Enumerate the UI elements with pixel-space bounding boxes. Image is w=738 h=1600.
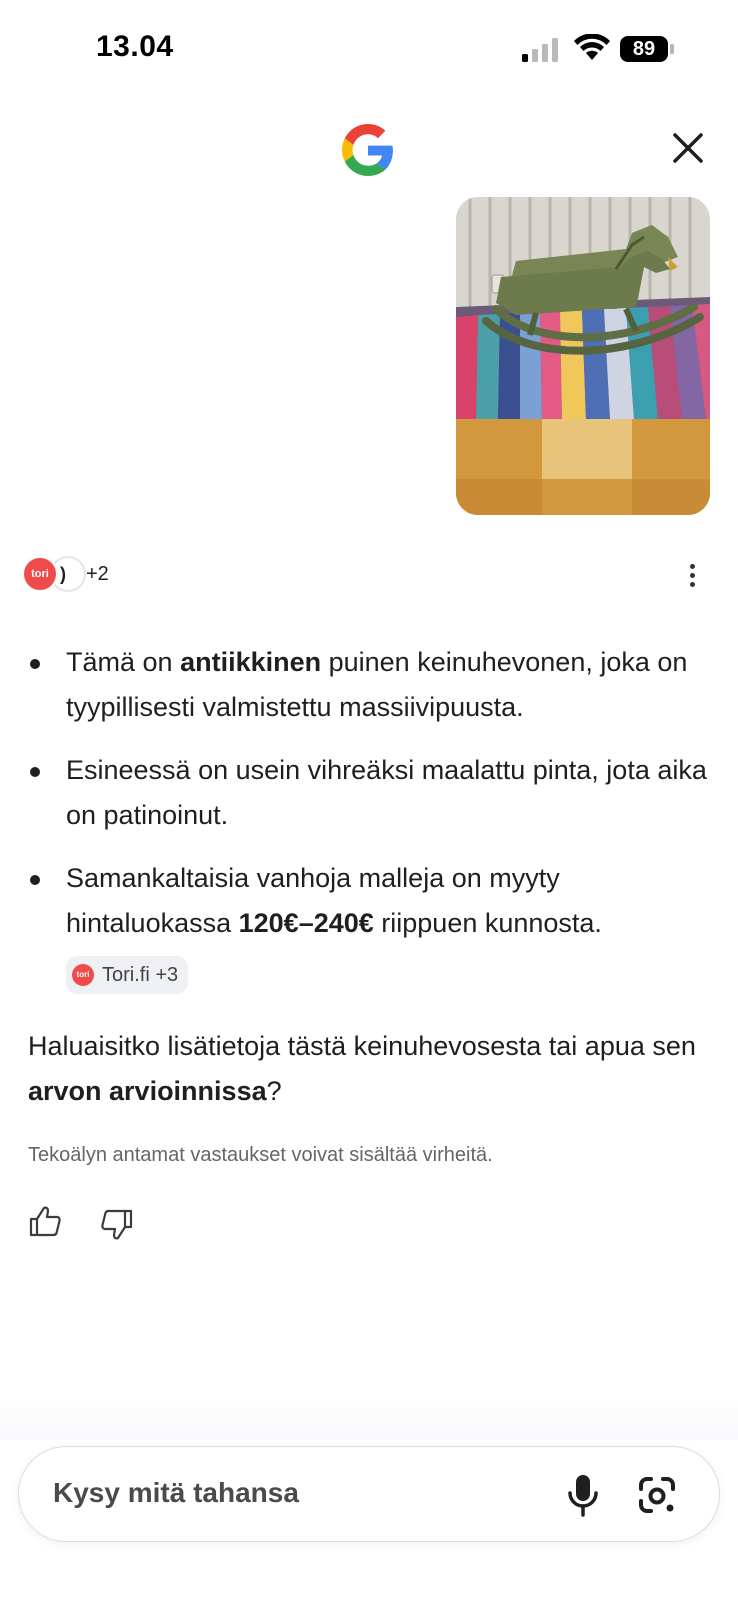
battery-cap <box>670 44 674 54</box>
bullet-bold-text: 120€–240€ <box>238 908 374 938</box>
search-input[interactable]: Kysy mitä tahansa <box>18 1446 720 1542</box>
thumbs-down-icon[interactable] <box>100 1208 134 1242</box>
bullet-text: Esineessä on usein vihreäksi maalattu pi… <box>66 755 707 830</box>
bullet-bold-text: antiikkinen <box>180 647 322 677</box>
answer-bullets: Tämä on antiikkinen puinen keinuhevonen,… <box>22 640 722 1012</box>
question-text-end: ? <box>266 1076 282 1106</box>
ai-disclaimer: Tekoälyn antamat vastaukset voivat sisäl… <box>28 1144 493 1166</box>
answer-bullet: Tämä on antiikkinen puinen keinuhevonen,… <box>22 640 722 730</box>
lens-camera-icon[interactable] <box>637 1475 677 1515</box>
google-g-icon <box>342 124 393 176</box>
tori-chip-logo: tori <box>72 964 94 986</box>
tori-source-logo: tori <box>22 556 58 592</box>
bullet-text: riippuen kunnosta. <box>373 908 602 938</box>
battery-indicator: 89 <box>620 36 674 64</box>
thumbs-up-icon[interactable] <box>28 1204 62 1238</box>
more-dot-icon <box>689 573 695 578</box>
more-dot-icon <box>689 582 695 587</box>
source-chip-tori[interactable]: tori Tori.fi +3 <box>66 956 189 994</box>
question-bold-text: arvon arvioinnissa <box>28 1076 267 1106</box>
bullet-text: Tämä on <box>66 647 181 677</box>
more-dot-icon <box>689 564 695 569</box>
answer-bullet: Esineessä on usein vihreäksi maalattu pi… <box>22 748 722 838</box>
wifi-icon <box>574 34 610 60</box>
more-options-button[interactable] <box>680 560 704 594</box>
status-time: 13.04 <box>96 30 174 63</box>
sources-row[interactable]: tori ) +2 <box>20 556 140 596</box>
bottom-fade <box>0 1400 738 1440</box>
battery-level: 89 <box>620 36 668 62</box>
question-text: Haluaisitko lisätietoja tästä keinuhevos… <box>28 1031 696 1061</box>
search-placeholder: Kysy mitä tahansa <box>53 1477 299 1508</box>
cellular-signal-icon <box>522 38 558 62</box>
follow-up-question: Haluaisitko lisätietoja tästä keinuhevos… <box>28 1024 708 1114</box>
status-bar: 13.04 89 <box>0 0 738 100</box>
secondary-source-logo-text: ) <box>60 564 66 584</box>
source-chip-label: Tori.fi +3 <box>102 963 179 986</box>
sources-more-count: +2 <box>86 563 109 585</box>
close-button[interactable] <box>670 130 706 166</box>
microphone-icon[interactable] <box>565 1473 601 1517</box>
rocking-horse-photo[interactable] <box>456 197 710 515</box>
answer-bullet: Samankaltaisia vanhoja malleja on myyty … <box>22 856 722 994</box>
